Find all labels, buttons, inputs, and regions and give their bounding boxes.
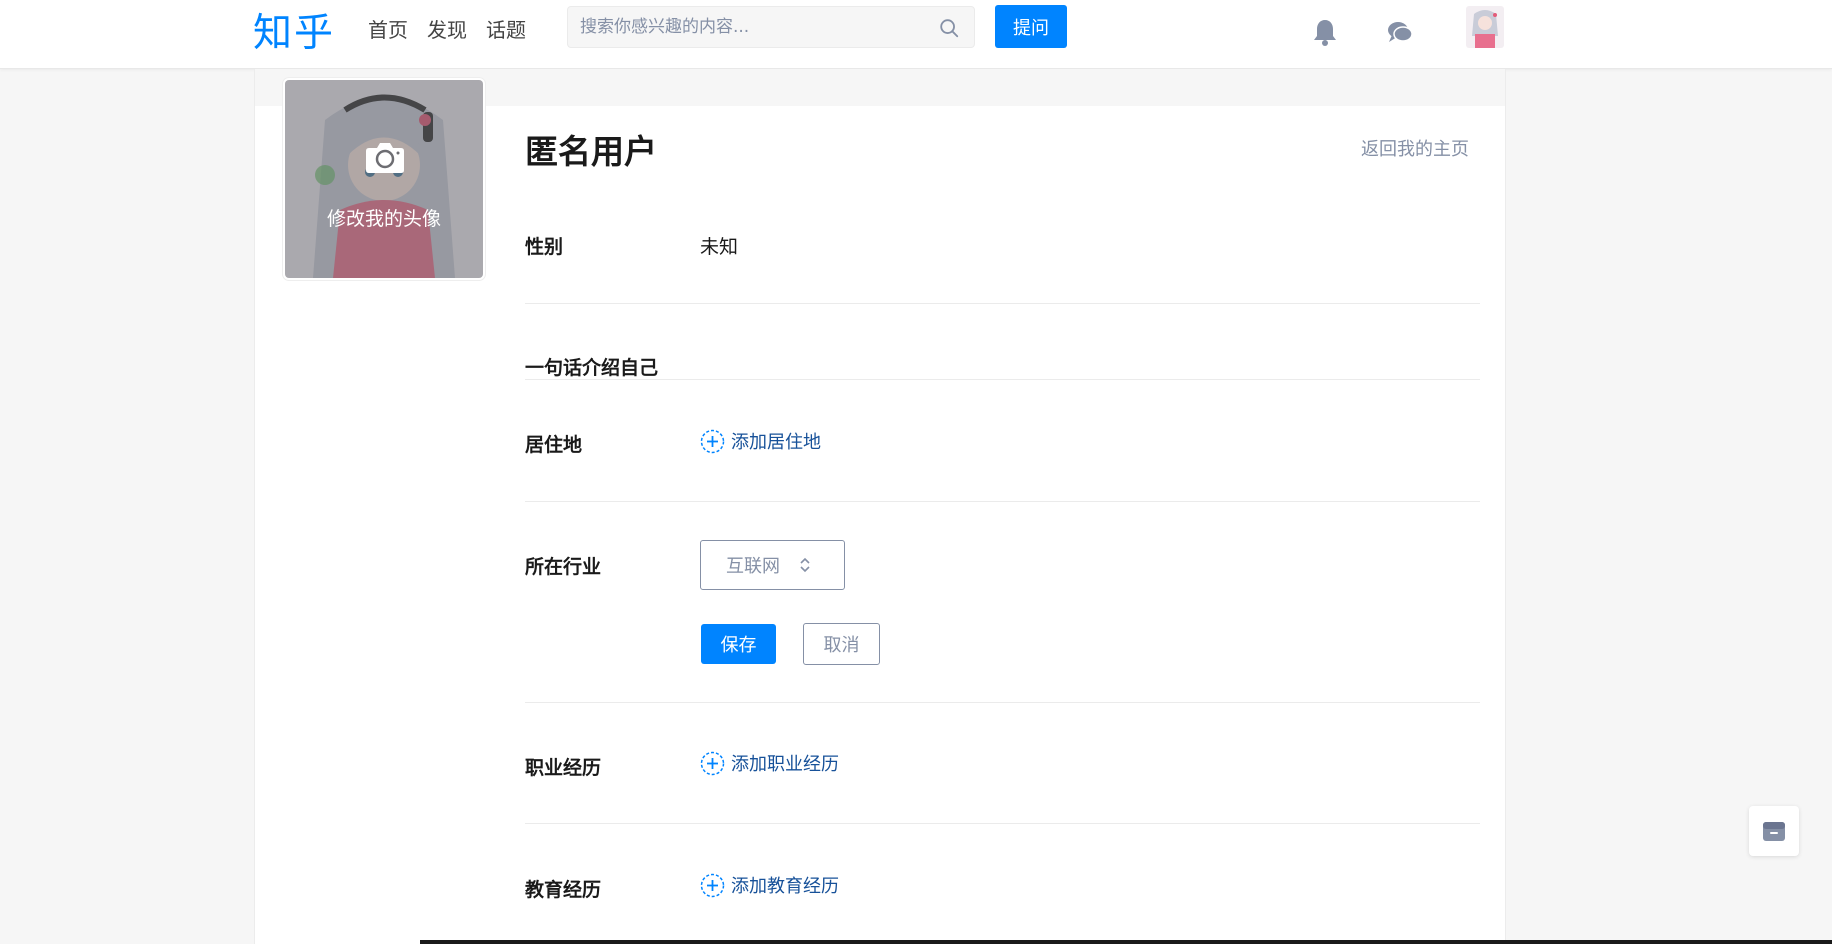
top-navbar: 知乎 首页 发现 话题 提问 (0, 0, 1832, 69)
change-avatar-label: 修改我的头像 (326, 208, 441, 230)
messages-icon[interactable] (1386, 18, 1414, 46)
search-icon[interactable] (938, 17, 960, 39)
search-box (567, 6, 975, 48)
add-education-label: 添加教育经历 (731, 876, 839, 897)
gender-label: 性别 (525, 236, 564, 258)
main-nav: 首页 发现 话题 (368, 14, 545, 43)
up-down-chevron-icon (800, 557, 810, 573)
search-input[interactable] (580, 15, 920, 39)
add-education-button[interactable]: 添加教育经历 (700, 872, 839, 898)
add-circle-icon (700, 429, 725, 453)
add-career-label: 添加职业经历 (731, 754, 839, 775)
notification-bell-icon[interactable] (1312, 18, 1338, 46)
add-career-button[interactable]: 添加职业经历 (700, 750, 839, 776)
divider (525, 303, 1480, 304)
add-location-button[interactable]: 添加居住地 (700, 428, 821, 454)
page-title: 匿名用户 (525, 132, 657, 171)
headline-label: 一句话介绍自己 (525, 357, 659, 379)
nav-explore[interactable]: 发现 (427, 14, 467, 43)
nav-home[interactable]: 首页 (368, 14, 408, 43)
add-circle-icon (700, 873, 725, 897)
gender-value: 未知 (700, 236, 739, 258)
education-label: 教育经历 (525, 879, 602, 901)
nav-topics[interactable]: 话题 (486, 14, 526, 43)
industry-select[interactable]: 互联网 (700, 540, 845, 590)
avatar-image[interactable]: 修改我的头像 (285, 80, 483, 278)
user-avatar[interactable] (1466, 6, 1504, 48)
avatar-overlay (285, 80, 483, 278)
add-circle-icon (700, 751, 725, 775)
divider (525, 823, 1480, 824)
camera-icon (366, 143, 404, 173)
bottom-edge-bar (420, 940, 1832, 944)
back-to-profile-link[interactable]: 返回我的主页 (1361, 135, 1469, 161)
add-location-label: 添加居住地 (731, 432, 821, 453)
divider (525, 501, 1480, 502)
cancel-button[interactable]: 取消 (803, 623, 880, 665)
scrollbar[interactable] (1828, 69, 1832, 944)
profile-avatar[interactable]: 修改我的头像 (283, 78, 485, 280)
box-icon (1763, 822, 1785, 841)
save-button[interactable]: 保存 (701, 624, 776, 664)
location-label: 居住地 (525, 434, 583, 456)
career-label: 职业经历 (525, 757, 602, 779)
side-tool-button[interactable] (1749, 806, 1799, 856)
zhihu-logo[interactable]: 知乎 (253, 2, 335, 58)
industry-label: 所在行业 (525, 556, 602, 578)
divider (525, 702, 1480, 703)
divider (525, 379, 1480, 380)
ask-question-button[interactable]: 提问 (995, 5, 1067, 48)
industry-selected-value: 互联网 (726, 556, 780, 577)
